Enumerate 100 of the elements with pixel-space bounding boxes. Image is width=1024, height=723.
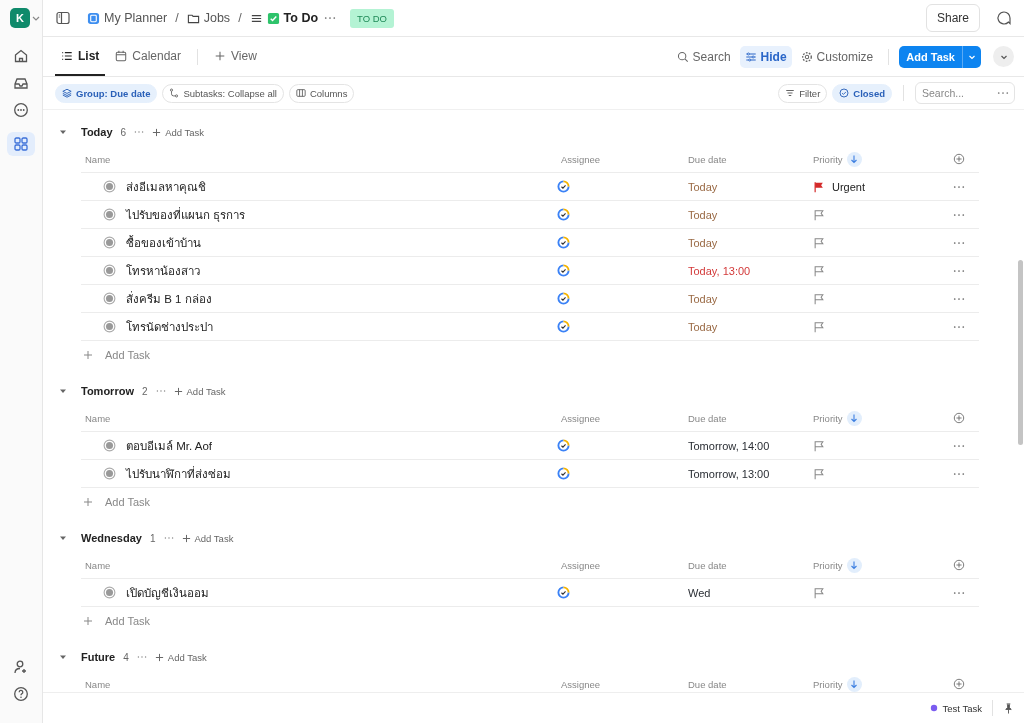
more-icon[interactable] bbox=[953, 240, 965, 245]
view-tab[interactable]: List bbox=[55, 37, 106, 76]
flag-icon[interactable] bbox=[813, 180, 825, 193]
due-date[interactable]: Today bbox=[684, 208, 809, 221]
task-name[interactable]: เปิดบัญชีเงินออม bbox=[126, 583, 209, 602]
scrollbar[interactable] bbox=[1018, 260, 1023, 445]
flag-icon[interactable] bbox=[813, 236, 825, 249]
due-date[interactable]: Wed bbox=[684, 586, 809, 599]
status-circle-icon[interactable] bbox=[103, 264, 116, 277]
pin-icon[interactable] bbox=[1003, 702, 1014, 714]
task-name[interactable]: ไปรับของที่แผนก ธุรการ bbox=[126, 205, 246, 224]
workspace-avatar[interactable]: K bbox=[10, 8, 30, 28]
more-icon[interactable] bbox=[953, 590, 965, 595]
column-header[interactable]: Assignee bbox=[557, 153, 684, 165]
more-icon[interactable] bbox=[953, 296, 965, 301]
assignee-icon[interactable] bbox=[557, 292, 570, 305]
collapse-caret-icon[interactable] bbox=[59, 128, 67, 136]
assignee-icon[interactable] bbox=[557, 467, 570, 480]
add-task-button[interactable]: Add Task bbox=[152, 126, 205, 138]
status-circle-icon[interactable] bbox=[103, 208, 116, 221]
collapse-caret-icon[interactable] bbox=[59, 653, 67, 661]
assignee-icon[interactable] bbox=[557, 236, 570, 249]
breadcrumb-link[interactable]: To Do bbox=[249, 11, 319, 25]
spaces-icon[interactable] bbox=[7, 132, 35, 156]
due-date[interactable]: Today bbox=[684, 236, 809, 249]
column-header[interactable]: Due date bbox=[684, 678, 809, 690]
status-circle-icon[interactable] bbox=[103, 180, 116, 193]
task-tray-item[interactable]: Test Task bbox=[929, 702, 982, 714]
share-button[interactable]: Share bbox=[925, 4, 980, 32]
flag-icon[interactable] bbox=[813, 264, 825, 277]
status-circle-icon[interactable] bbox=[103, 586, 116, 599]
task-name[interactable]: โทรหาน้องสาว bbox=[126, 261, 200, 280]
chevron-icon[interactable] bbox=[32, 14, 40, 22]
add-task-button[interactable]: Add Task bbox=[81, 615, 151, 627]
add-column-icon[interactable] bbox=[953, 153, 965, 165]
column-header[interactable]: Assignee bbox=[557, 678, 684, 690]
status-circle-icon[interactable] bbox=[103, 467, 116, 480]
filter-chip[interactable]: Filter bbox=[778, 83, 828, 103]
help-icon[interactable] bbox=[13, 686, 29, 702]
search-button[interactable]: Search bbox=[671, 45, 736, 68]
status-circle-icon[interactable] bbox=[103, 236, 116, 249]
sidebar-toggle-icon[interactable] bbox=[55, 10, 71, 26]
column-header[interactable]: Priority bbox=[813, 412, 843, 424]
assignee-icon[interactable] bbox=[557, 264, 570, 277]
due-date[interactable]: Today bbox=[684, 292, 809, 305]
breadcrumb-link[interactable]: My Planner bbox=[87, 11, 168, 25]
add-task-dropdown[interactable] bbox=[963, 45, 981, 68]
task-name[interactable]: สั่งครีม B 1 กล่อง bbox=[126, 289, 212, 308]
home-icon[interactable] bbox=[13, 48, 29, 64]
status-circle-icon[interactable] bbox=[103, 320, 116, 333]
add-task-button[interactable]: Add Task bbox=[899, 45, 963, 68]
task-name[interactable]: ส่งอีเมลหาคุณชิ bbox=[126, 177, 206, 196]
task-name[interactable]: ตอบอีเมล์ Mr. Aof bbox=[126, 436, 212, 455]
invite-user-icon[interactable] bbox=[13, 659, 29, 675]
status-circle-icon[interactable] bbox=[103, 292, 116, 305]
column-header[interactable]: Assignee bbox=[557, 412, 684, 424]
chat-icon[interactable] bbox=[996, 10, 1012, 26]
assignee-icon[interactable] bbox=[557, 320, 570, 333]
column-header[interactable]: Due date bbox=[684, 153, 809, 165]
add-task-button[interactable]: Add Task bbox=[81, 496, 151, 508]
assignee-icon[interactable] bbox=[557, 180, 570, 193]
more-icon[interactable] bbox=[953, 212, 965, 217]
add-task-button[interactable]: Add Task bbox=[173, 385, 226, 397]
search-field[interactable]: Search... bbox=[915, 82, 1015, 104]
assignee-icon[interactable] bbox=[557, 208, 570, 221]
more-icon[interactable] bbox=[13, 102, 29, 118]
add-column-icon[interactable] bbox=[953, 412, 965, 424]
add-task-button[interactable]: Add Task bbox=[81, 349, 151, 361]
task-name[interactable]: ซื้อของเข้าบ้าน bbox=[126, 233, 201, 252]
due-date[interactable]: Today bbox=[684, 180, 809, 193]
column-header[interactable]: Name bbox=[81, 412, 557, 424]
flag-icon[interactable] bbox=[813, 586, 825, 599]
more-icon[interactable] bbox=[953, 268, 965, 273]
filter-chip[interactable]: Columns bbox=[288, 83, 355, 103]
view-tab[interactable]: Calendar bbox=[109, 37, 188, 76]
task-name[interactable]: โทรนัดช่างประปา bbox=[126, 317, 213, 336]
add-column-icon[interactable] bbox=[953, 678, 965, 690]
due-date[interactable]: Tomorrow, 14:00 bbox=[684, 439, 809, 452]
flag-icon[interactable] bbox=[813, 320, 825, 333]
more-icon[interactable] bbox=[953, 443, 965, 448]
add-task-button[interactable]: Add Task bbox=[154, 651, 207, 663]
more-icon[interactable] bbox=[953, 471, 965, 476]
column-header[interactable]: Name bbox=[81, 153, 557, 165]
filter-chip[interactable]: Closed bbox=[832, 83, 892, 103]
collapse-caret-icon[interactable] bbox=[59, 534, 67, 542]
more-icon[interactable] bbox=[997, 91, 1009, 95]
add-view-button[interactable]: View bbox=[208, 37, 263, 76]
due-date[interactable]: Today bbox=[684, 320, 809, 333]
collapse-button[interactable] bbox=[993, 46, 1014, 67]
status-circle-icon[interactable] bbox=[103, 439, 116, 452]
breadcrumb-link[interactable]: Jobs bbox=[186, 11, 231, 25]
flag-icon[interactable] bbox=[813, 467, 825, 480]
assignee-icon[interactable] bbox=[557, 586, 570, 599]
column-header[interactable]: Due date bbox=[684, 559, 809, 571]
column-header[interactable]: Priority bbox=[813, 559, 843, 571]
hide-button[interactable]: Hide bbox=[739, 45, 792, 68]
add-column-icon[interactable] bbox=[953, 559, 965, 571]
customize-button[interactable]: Customize bbox=[795, 45, 879, 68]
flag-icon[interactable] bbox=[813, 439, 825, 452]
column-header[interactable]: Priority bbox=[813, 678, 843, 690]
